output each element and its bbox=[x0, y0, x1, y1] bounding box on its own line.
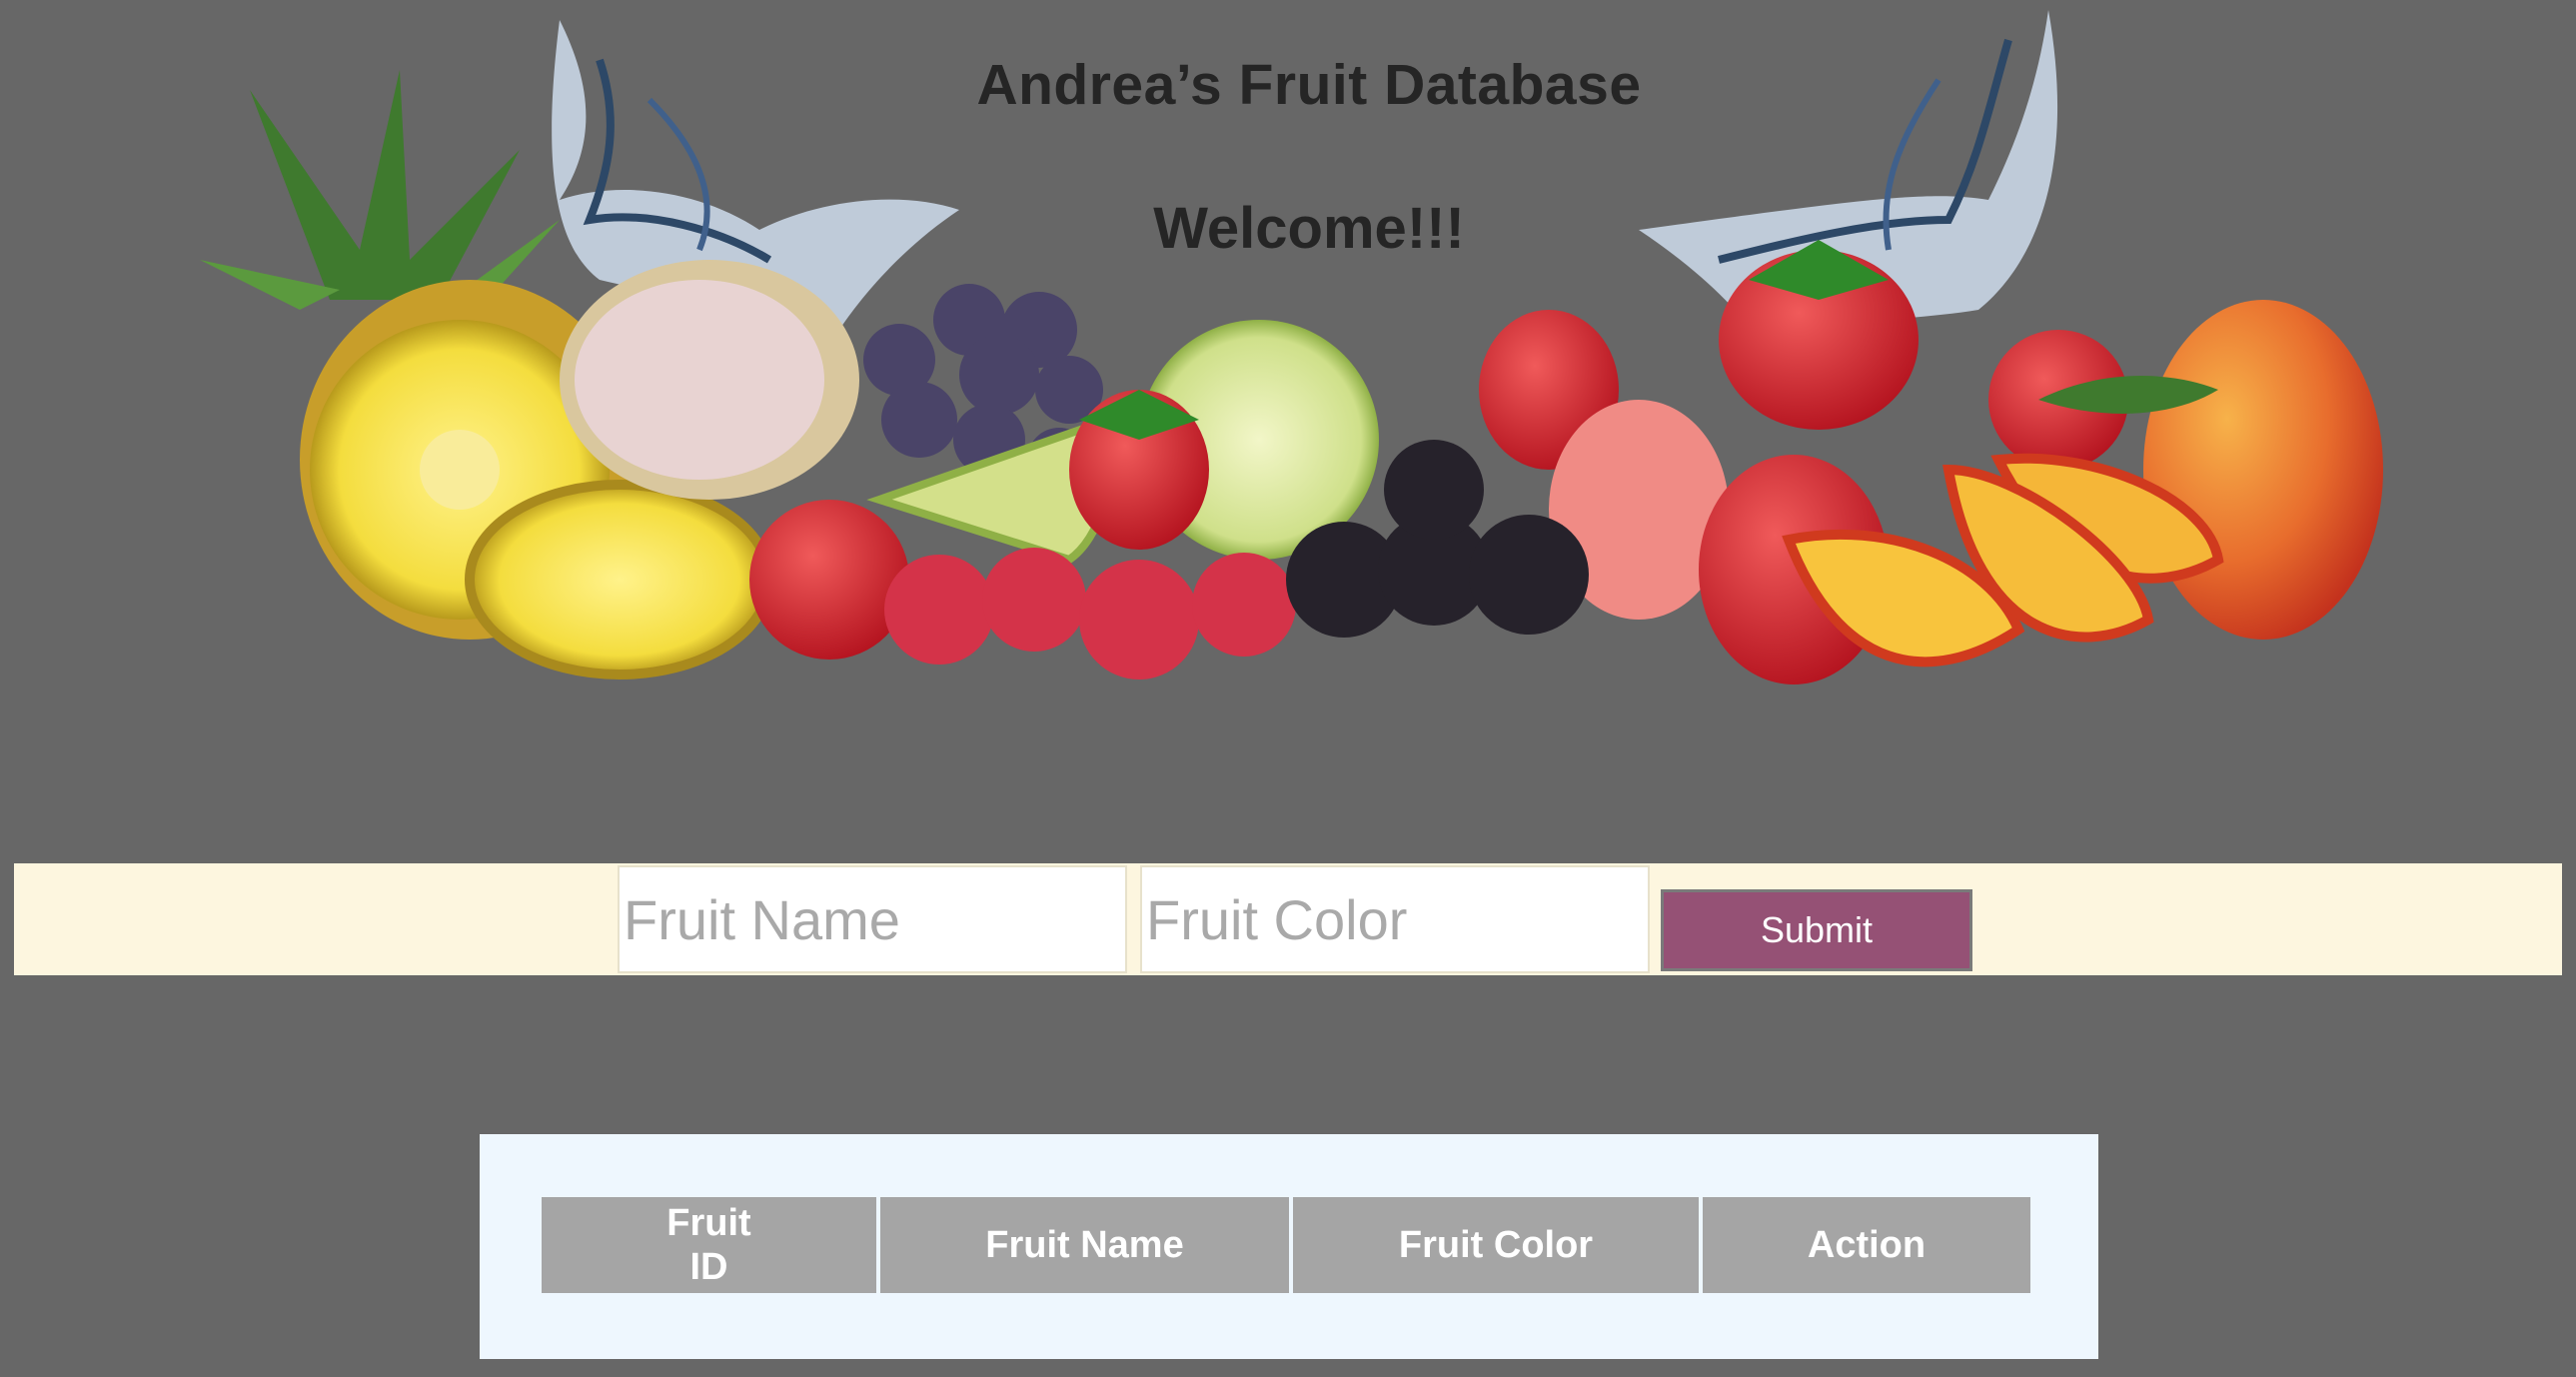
raspberries bbox=[884, 548, 1296, 680]
fruit-name-input[interactable] bbox=[618, 865, 1127, 973]
fruit-table: Fruit ID Fruit Name Fruit Color Action bbox=[542, 1197, 2030, 1293]
column-header-fruit-color: Fruit Color bbox=[1293, 1197, 1703, 1293]
submit-button[interactable]: Submit bbox=[1661, 889, 1972, 971]
welcome-message: Welcome!!! bbox=[1153, 196, 1465, 261]
column-header-fruit-name: Fruit Name bbox=[880, 1197, 1293, 1293]
page: Andrea’s Fruit Database Welcome!!! Submi… bbox=[0, 0, 2576, 1377]
fruit-table-panel: Fruit ID Fruit Name Fruit Color Action bbox=[480, 1134, 2098, 1359]
column-header-action: Action bbox=[1703, 1197, 2030, 1293]
hero-banner: Andrea’s Fruit Database Welcome!!! bbox=[0, 0, 2576, 719]
page-title: Andrea’s Fruit Database bbox=[976, 53, 1642, 117]
table-header-row: Fruit ID Fruit Name Fruit Color Action bbox=[542, 1197, 2030, 1293]
column-header-fruit-id: Fruit ID bbox=[542, 1197, 880, 1293]
coconut bbox=[560, 260, 859, 500]
fruit-color-input[interactable] bbox=[1140, 865, 1650, 973]
add-fruit-form: Submit bbox=[14, 863, 2562, 975]
